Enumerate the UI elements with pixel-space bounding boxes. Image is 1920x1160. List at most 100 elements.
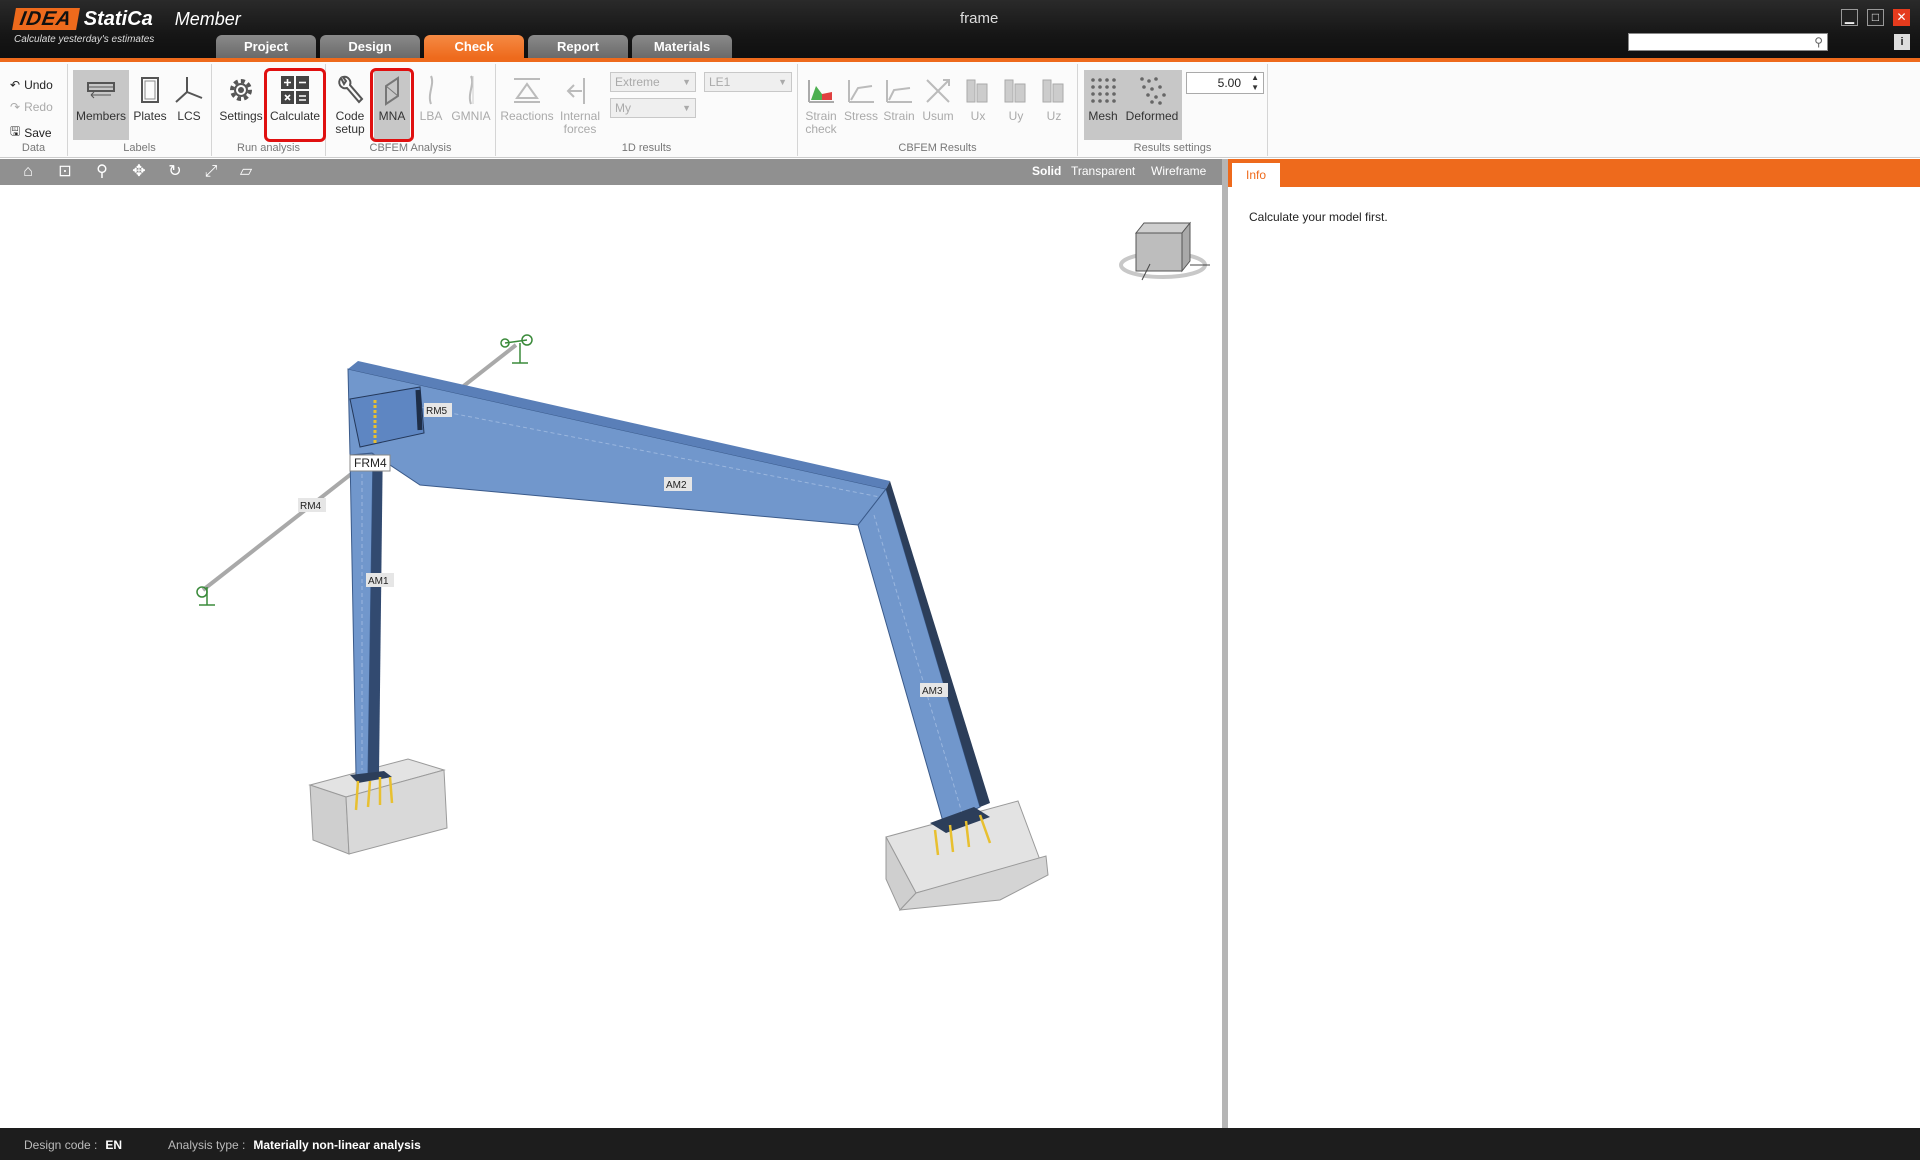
spinner-arrows-icon[interactable]: ▲ ▼ bbox=[1251, 73, 1259, 93]
svg-text:AM3: AM3 bbox=[922, 686, 943, 697]
tab-report[interactable]: Report bbox=[528, 35, 628, 58]
view-section-icon[interactable]: ▱ bbox=[235, 162, 257, 182]
tab-info[interactable]: Info bbox=[1232, 163, 1280, 187]
search-icon[interactable]: ⚲ bbox=[1814, 35, 1823, 49]
strain-label: Strain bbox=[883, 109, 915, 123]
settings-button[interactable]: Settings bbox=[216, 70, 266, 140]
strain-check-icon bbox=[802, 70, 840, 110]
svg-text:AM2: AM2 bbox=[666, 480, 687, 491]
render-mode-solid[interactable]: Solid bbox=[1032, 164, 1061, 178]
group-label-1d-results: 1D results bbox=[621, 142, 672, 154]
calculate-highlight bbox=[264, 68, 326, 142]
group-run-analysis: Settings Calculate Run analysis bbox=[212, 64, 326, 156]
force-component-dropdown[interactable]: My ▼ bbox=[610, 98, 696, 118]
member-am1[interactable] bbox=[349, 433, 383, 776]
analysis-type-value: Materially non-linear analysis bbox=[253, 1138, 421, 1152]
gmnia-label: GMNIA bbox=[451, 109, 491, 123]
uz-button[interactable]: Uz bbox=[1036, 70, 1072, 140]
redo-icon: ↷ bbox=[10, 100, 21, 114]
members-label: Members bbox=[75, 109, 126, 123]
deformation-scale-value: 5.00 bbox=[1217, 76, 1241, 90]
redo-button[interactable]: ↷ Redo bbox=[10, 100, 53, 114]
group-cbfem-analysis: Code setup MNA LBA GMNIA CBFEM Analysis bbox=[326, 64, 496, 156]
lba-button[interactable]: LBA bbox=[414, 70, 448, 140]
strain-check-button[interactable]: Strain check bbox=[802, 70, 840, 140]
usum-label: Usum bbox=[922, 109, 954, 123]
reactions-button[interactable]: Reactions bbox=[500, 70, 554, 140]
info-icon[interactable]: i bbox=[1894, 34, 1910, 50]
code-setup-button[interactable]: Code setup bbox=[330, 70, 370, 140]
reactions-label: Reactions bbox=[500, 109, 554, 123]
status-design-code: Design code : EN bbox=[24, 1138, 122, 1152]
chevron-down-icon: ▼ bbox=[682, 103, 691, 113]
pan-icon[interactable]: ✥ bbox=[128, 162, 150, 182]
deformed-mesh-icon bbox=[1122, 70, 1182, 110]
members-icon bbox=[73, 70, 129, 110]
rotate-icon[interactable]: ↻ bbox=[164, 162, 186, 182]
render-mode-wireframe[interactable]: Wireframe bbox=[1151, 164, 1206, 178]
group-cbfem-results: Strain check Stress Strain Usum Ux Uy Uz… bbox=[798, 64, 1078, 156]
member-am2[interactable] bbox=[347, 361, 890, 526]
members-button[interactable]: Members bbox=[73, 70, 129, 140]
tagline: Calculate yesterday's estimates bbox=[14, 34, 155, 45]
deformation-scale-input[interactable]: 5.00 ▲ ▼ bbox=[1186, 72, 1264, 94]
zoom-icon[interactable]: ⚲ bbox=[91, 162, 113, 182]
tab-project[interactable]: Project bbox=[216, 35, 316, 58]
lba-icon bbox=[414, 70, 448, 110]
maximize-button[interactable]: □ bbox=[1867, 9, 1884, 26]
plates-icon bbox=[130, 70, 170, 110]
zoom-extents-icon[interactable]: ⤢ bbox=[200, 162, 222, 182]
member-am3[interactable] bbox=[857, 481, 990, 826]
view-cube[interactable] bbox=[1119, 221, 1210, 281]
group-data: ↶ Undo ↷ Redo 🖫 Save Data bbox=[0, 64, 68, 156]
extremes-dropdown[interactable]: Extreme ▼ bbox=[610, 72, 696, 92]
strain-button[interactable]: Strain bbox=[880, 70, 918, 140]
group-label-data: Data bbox=[21, 142, 46, 154]
home-view-icon[interactable]: ⌂ bbox=[17, 162, 39, 182]
tab-materials[interactable]: Materials bbox=[632, 35, 732, 58]
zoom-window-icon[interactable]: ⊡ bbox=[54, 162, 76, 182]
extremes-value: Extreme bbox=[615, 75, 660, 89]
tab-design[interactable]: Design bbox=[320, 35, 420, 58]
tab-check[interactable]: Check bbox=[424, 35, 524, 58]
reactions-icon bbox=[500, 70, 554, 110]
lcs-button[interactable]: LCS bbox=[170, 70, 208, 140]
status-bar: Design code : EN Analysis type : Materiall… bbox=[0, 1128, 1920, 1160]
model-drawing[interactable]: RM5 FRM4 RM4 AM1 AM2 AM3 bbox=[0, 185, 1222, 1128]
search-input[interactable]: ⚲ bbox=[1628, 33, 1828, 51]
mesh-icon bbox=[1084, 70, 1122, 110]
info-panel: Calculate your model first. bbox=[1228, 187, 1920, 1128]
mesh-button[interactable]: Mesh bbox=[1084, 70, 1122, 140]
minimize-button[interactable]: ▁ bbox=[1841, 9, 1858, 26]
gear-icon bbox=[216, 70, 266, 110]
gmnia-button[interactable]: GMNIA bbox=[448, 70, 494, 140]
close-icon: ✕ bbox=[1896, 10, 1907, 24]
3d-viewport[interactable]: RM5 FRM4 RM4 AM1 AM2 AM3 bbox=[0, 185, 1222, 1128]
internal-forces-button[interactable]: Internal forces bbox=[554, 70, 606, 140]
usum-button[interactable]: Usum bbox=[918, 70, 958, 140]
save-button[interactable]: 🖫 Save bbox=[10, 122, 52, 143]
close-button[interactable]: ✕ bbox=[1893, 9, 1910, 26]
ux-button[interactable]: Ux bbox=[960, 70, 996, 140]
stress-label: Stress bbox=[843, 109, 878, 123]
group-label-run-analysis: Run analysis bbox=[237, 142, 300, 154]
label-frm4: FRM4 bbox=[349, 454, 391, 472]
group-results-settings: Mesh Deformed 5.00 ▲ ▼ Results settings bbox=[1078, 64, 1268, 156]
stress-button[interactable]: Stress bbox=[842, 70, 880, 140]
deformed-button[interactable]: Deformed bbox=[1122, 70, 1182, 140]
undo-button[interactable]: ↶ Undo bbox=[10, 78, 53, 92]
load-case-dropdown[interactable]: LE1 ▼ bbox=[704, 72, 792, 92]
gmnia-icon bbox=[448, 70, 494, 110]
title-bar: IDEA StatiCa Member Calculate yesterday'… bbox=[0, 0, 1920, 58]
uz-icon bbox=[1036, 70, 1072, 110]
svg-text:RM5: RM5 bbox=[426, 406, 448, 417]
window-title: frame bbox=[960, 10, 999, 27]
logo-statica: StatiCa bbox=[83, 7, 153, 30]
uy-button[interactable]: Uy bbox=[998, 70, 1034, 140]
render-mode-transparent[interactable]: Transparent bbox=[1071, 164, 1135, 178]
status-analysis-type: Analysis type : Materially non-linear ana… bbox=[168, 1138, 421, 1152]
undo-label: Undo bbox=[24, 78, 53, 92]
analysis-type-label: Analysis type : bbox=[168, 1138, 246, 1152]
plates-label: Plates bbox=[133, 109, 167, 123]
plates-button[interactable]: Plates bbox=[130, 70, 170, 140]
